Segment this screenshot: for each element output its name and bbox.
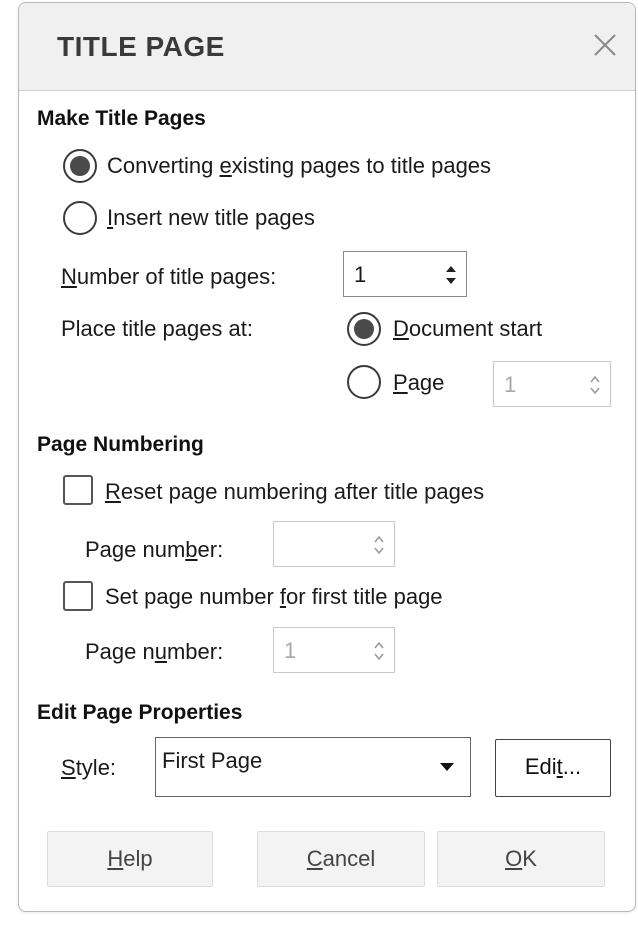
reset-page-number-stepper[interactable] bbox=[273, 521, 395, 567]
dropdown-arrow-icon[interactable] bbox=[440, 762, 454, 772]
edit-style-button[interactable]: Edit... bbox=[495, 739, 611, 797]
radio-page-label[interactable]: Page bbox=[393, 370, 444, 396]
section-page-numbering: Page Numbering bbox=[37, 433, 204, 456]
spin-arrows-icon[interactable] bbox=[372, 531, 386, 559]
place-title-pages-label: Place title pages at: bbox=[61, 316, 254, 341]
ok-button[interactable]: OK bbox=[437, 831, 605, 887]
help-button[interactable]: Help bbox=[47, 831, 213, 887]
radio-page[interactable] bbox=[347, 365, 381, 399]
first-page-number-stepper[interactable]: 1 bbox=[273, 627, 395, 673]
title-page-dialog: TITLE PAGE Make Title Pages Converting e… bbox=[18, 2, 636, 912]
first-page-number-label: Page number: bbox=[85, 639, 224, 664]
number-of-title-pages-stepper[interactable]: 1 bbox=[343, 251, 467, 297]
style-label: Style: bbox=[61, 755, 117, 780]
radio-document-start[interactable] bbox=[347, 312, 381, 346]
radio-convert-existing-label[interactable]: Converting existing pages to title pages bbox=[107, 153, 491, 179]
section-edit-page-properties: Edit Page Properties bbox=[37, 701, 243, 724]
page-position-value: 1 bbox=[504, 372, 517, 397]
first-page-number-value: 1 bbox=[284, 638, 297, 663]
checkbox-reset-numbering-label[interactable]: Reset page numbering after title pages bbox=[105, 479, 484, 505]
dialog-titlebar: TITLE PAGE bbox=[19, 3, 635, 91]
spin-arrows-icon[interactable] bbox=[372, 637, 386, 665]
reset-page-number-label: Page number: bbox=[85, 537, 224, 562]
radio-insert-new[interactable] bbox=[63, 201, 97, 235]
section-make-title-pages: Make Title Pages bbox=[37, 107, 206, 130]
spin-arrows-icon[interactable] bbox=[444, 261, 458, 289]
page-position-stepper[interactable]: 1 bbox=[493, 361, 611, 407]
checkbox-reset-numbering[interactable] bbox=[63, 475, 93, 505]
checkbox-set-first-number-label[interactable]: Set page number for first title page bbox=[105, 584, 443, 610]
dialog-title: TITLE PAGE bbox=[57, 31, 225, 62]
radio-insert-new-label[interactable]: Insert new title pages bbox=[107, 205, 315, 231]
style-select-value: First Page bbox=[162, 748, 263, 773]
style-select[interactable]: First Page bbox=[155, 737, 471, 797]
radio-document-start-label[interactable]: Document start bbox=[393, 316, 542, 342]
spin-arrows-icon[interactable] bbox=[588, 371, 602, 399]
checkbox-set-first-number[interactable] bbox=[63, 581, 93, 611]
number-of-title-pages-label: Number of title pages: bbox=[61, 264, 277, 289]
close-icon[interactable] bbox=[589, 29, 621, 61]
radio-convert-existing[interactable] bbox=[63, 149, 97, 183]
number-of-title-pages-value: 1 bbox=[354, 262, 367, 287]
cancel-button[interactable]: Cancel bbox=[257, 831, 425, 887]
